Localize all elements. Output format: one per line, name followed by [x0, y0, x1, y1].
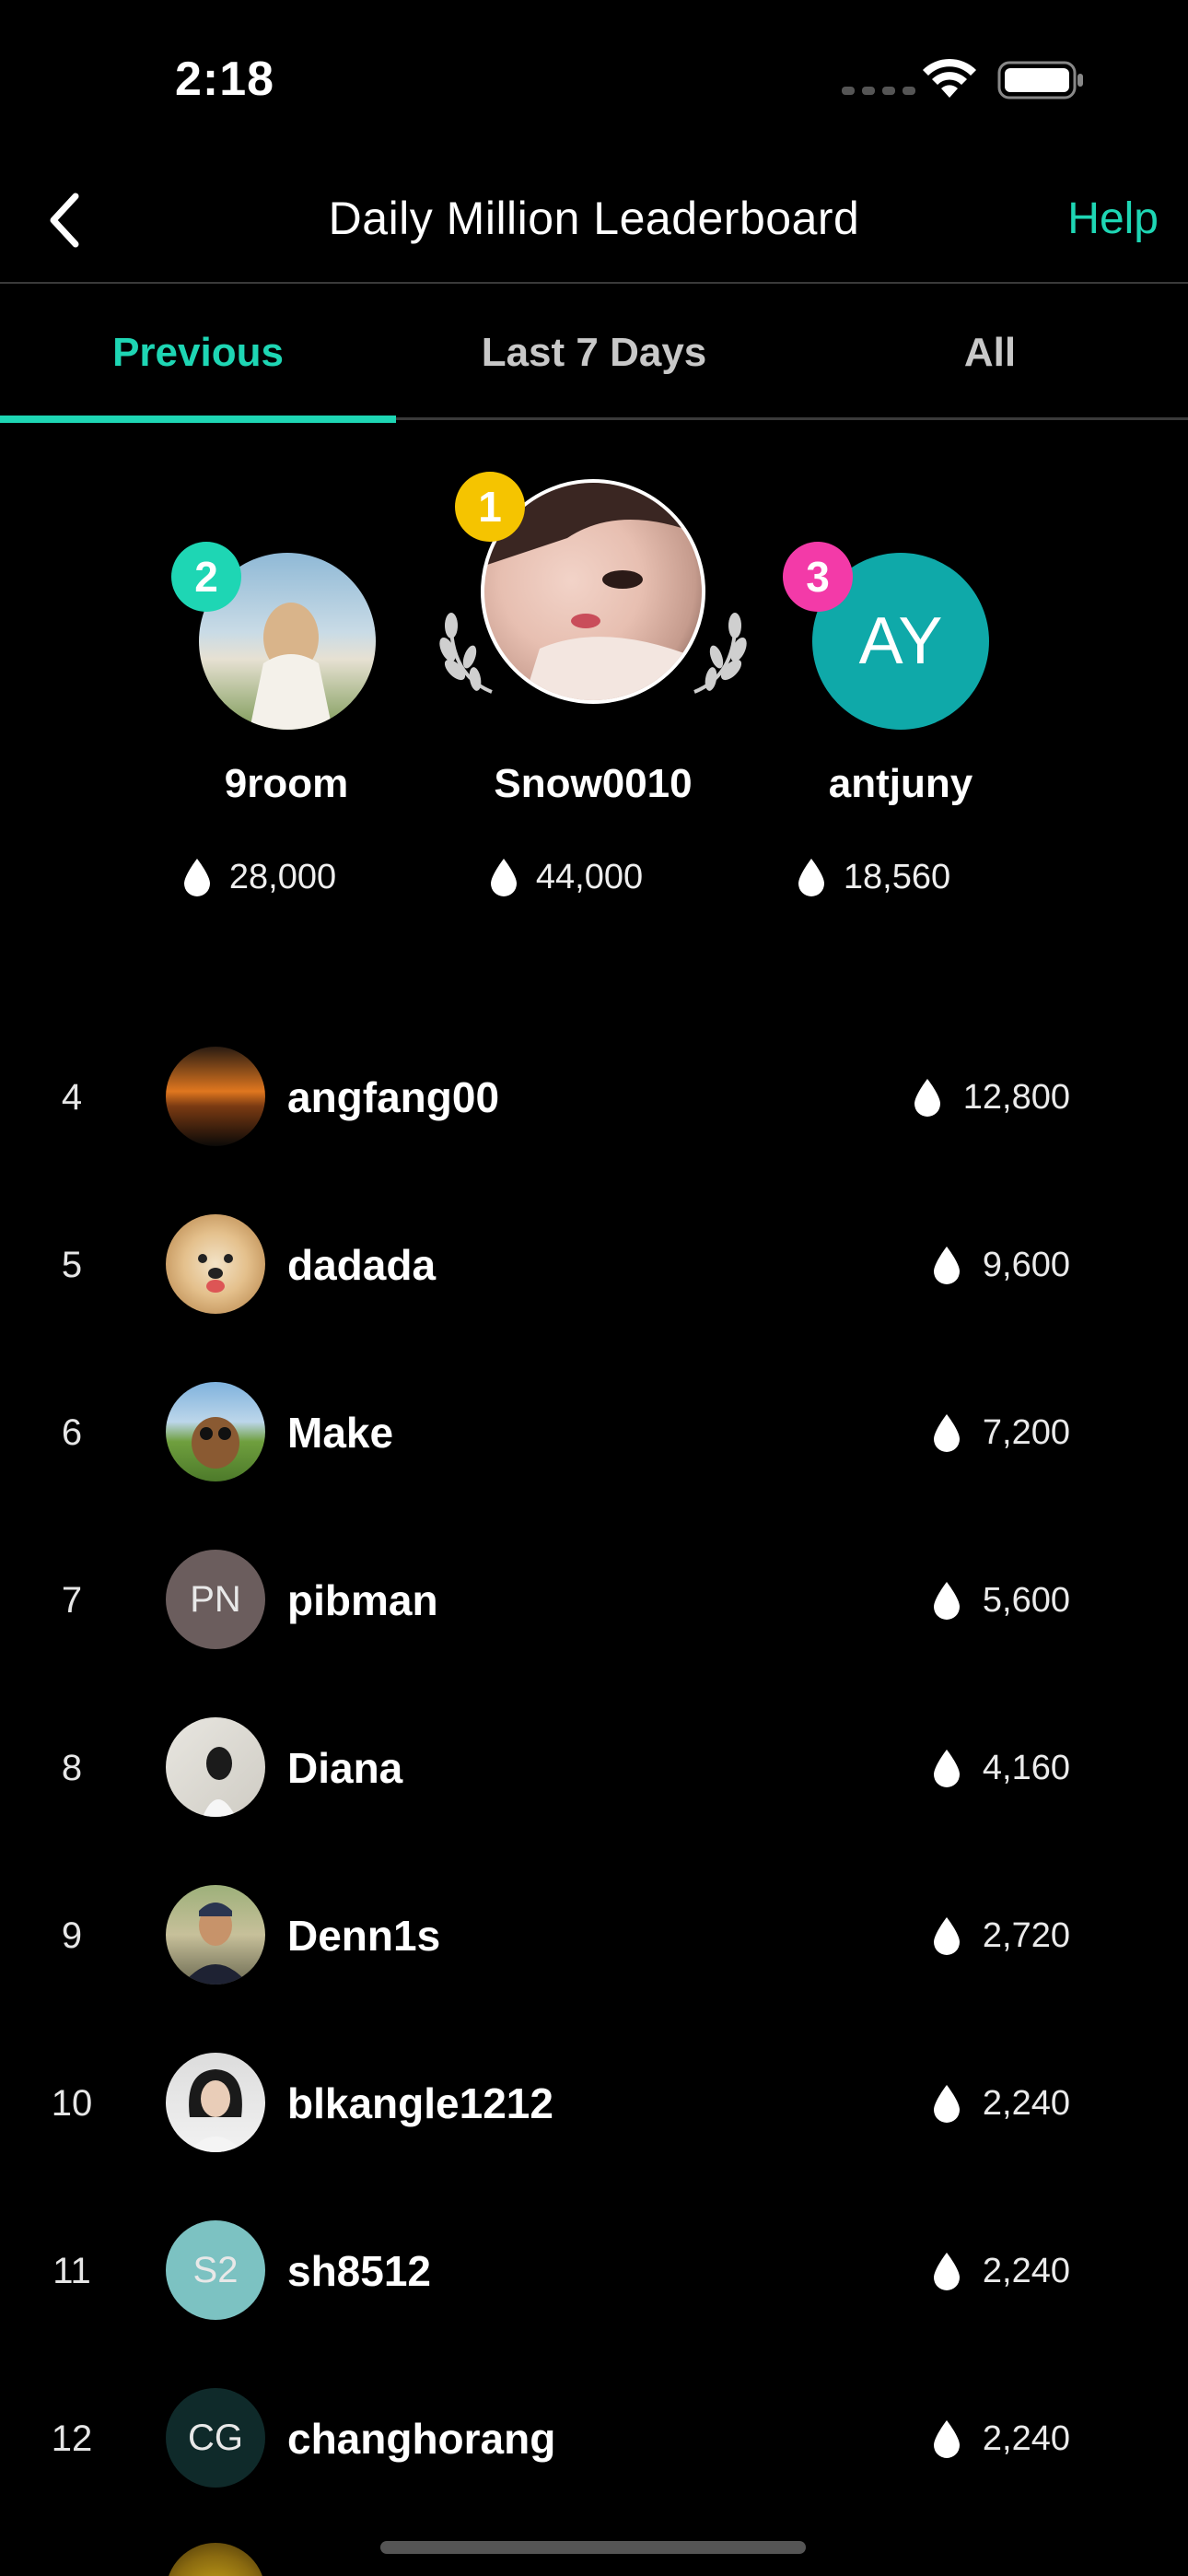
user-name: changhorang — [287, 2415, 556, 2463]
avatar — [166, 1885, 265, 1985]
list-item[interactable]: 4 angfang00 12,800 — [0, 1013, 1188, 1181]
status-bar: 2:18 — [0, 0, 1188, 157]
podium-score-third: 18,560 — [735, 857, 1011, 897]
list-item[interactable]: 6 Make 7,200 — [0, 1349, 1188, 1516]
podium-score-first: 44,000 — [427, 857, 704, 897]
score: 9,600 — [931, 1181, 1070, 1349]
avatar-partial — [166, 2543, 265, 2576]
list-item[interactable]: 8 Diana 4,160 — [0, 1684, 1188, 1852]
list-item[interactable]: 12 CG changhorang 2,240 — [0, 2355, 1188, 2523]
user-name: blkangle1212 — [287, 2079, 553, 2127]
score: 5,600 — [931, 1516, 1070, 1684]
podium-name-first: Snow0010 — [494, 761, 693, 806]
podium-name-third: antjuny — [828, 761, 973, 806]
score: 7,200 — [931, 1349, 1070, 1516]
avatar: S2 — [166, 2220, 265, 2320]
podium-score-second: 28,000 — [121, 857, 397, 897]
drop-icon — [933, 1414, 960, 1452]
rank-number: 6 — [61, 1411, 83, 1453]
score: 2,240 — [931, 2355, 1070, 2523]
drop-icon — [933, 2420, 960, 2458]
score: 2,240 — [931, 2020, 1070, 2187]
cellular-signal-icon — [842, 87, 915, 95]
user-name: sh8512 — [287, 2247, 432, 2295]
podium-name-second: 9room — [224, 761, 349, 806]
rank-number: 7 — [61, 1579, 83, 1621]
list-item[interactable]: 7 PN pibman 5,600 — [0, 1516, 1188, 1684]
avatar-initials: S2 — [192, 2249, 239, 2290]
rank-number: 8 — [61, 1747, 83, 1788]
avatar-initials: CG — [188, 2417, 243, 2458]
rank-badge-second: 2 — [171, 542, 241, 612]
status-time: 2:18 — [175, 53, 275, 106]
rank-number: 10 — [51, 2082, 93, 2124]
user-name: Diana — [287, 1744, 403, 1792]
avatar-initials: AY — [858, 604, 943, 678]
score: 4,160 — [931, 1684, 1070, 1852]
tab-last-7-days[interactable]: Last 7 Days — [396, 286, 792, 420]
drop-icon — [933, 2253, 960, 2290]
score: 2,240 — [931, 2187, 1070, 2355]
photo-animal-icon — [192, 1417, 239, 1469]
score: 12,800 — [912, 1013, 1070, 1181]
drop-icon — [490, 859, 517, 896]
avatar — [166, 1382, 265, 1481]
page-title: Daily Million Leaderboard — [328, 193, 860, 244]
drop-icon — [933, 1917, 960, 1955]
rank-number: 9 — [61, 1914, 83, 1956]
drop-icon — [933, 2085, 960, 2123]
tab-previous[interactable]: Previous — [0, 286, 396, 423]
wifi-icon — [923, 58, 976, 98]
rank-number: 5 — [61, 1244, 83, 1285]
rank-number: 12 — [51, 2418, 93, 2459]
user-name: dadada — [287, 1241, 437, 1289]
photo-dog-icon — [198, 1254, 233, 1293]
avatar-initials: PN — [190, 1578, 241, 1620]
avatar — [166, 2053, 265, 2152]
user-name: Denn1s — [287, 1912, 441, 1960]
photo-person-icon — [203, 1747, 236, 1817]
user-name: pibman — [287, 1576, 438, 1624]
rank-number: 4 — [61, 1076, 83, 1118]
home-indicator — [380, 2541, 806, 2554]
help-link[interactable]: Help — [1067, 193, 1159, 244]
drop-icon — [933, 1247, 960, 1284]
rank-number: 11 — [52, 2250, 91, 2291]
avatar — [166, 1717, 265, 1817]
avatar: CG — [166, 2388, 265, 2488]
list-item[interactable]: 5 dadada 9,600 — [0, 1181, 1188, 1349]
rank-badge-third: 3 — [783, 542, 853, 612]
photo-person-icon — [182, 1903, 249, 1985]
photo-person-icon — [188, 2069, 243, 2152]
avatar — [166, 1214, 265, 1314]
tab-bar: Previous Last 7 Days All — [0, 286, 1188, 423]
drop-icon — [933, 1750, 960, 1787]
rank-badge-first: 1 — [455, 472, 525, 542]
avatar — [166, 1047, 265, 1146]
drop-icon — [798, 859, 824, 896]
tab-all[interactable]: All — [792, 286, 1188, 420]
avatar: PN — [166, 1550, 265, 1649]
nav-header: Daily Million Leaderboard Help — [0, 157, 1188, 284]
drop-icon — [933, 1582, 960, 1620]
list-item[interactable]: 9 Denn1s 2,720 — [0, 1852, 1188, 2020]
list-item[interactable]: 11 S2 sh8512 2,240 — [0, 2187, 1188, 2355]
user-name: Make — [287, 1409, 394, 1457]
list-item[interactable]: 10 blkangle1212 2,240 — [0, 2020, 1188, 2187]
drop-icon — [914, 1079, 940, 1117]
drop-icon — [183, 859, 210, 896]
user-name: angfang00 — [287, 1073, 500, 1121]
score: 2,720 — [931, 1852, 1070, 2020]
battery-icon — [997, 61, 1083, 100]
